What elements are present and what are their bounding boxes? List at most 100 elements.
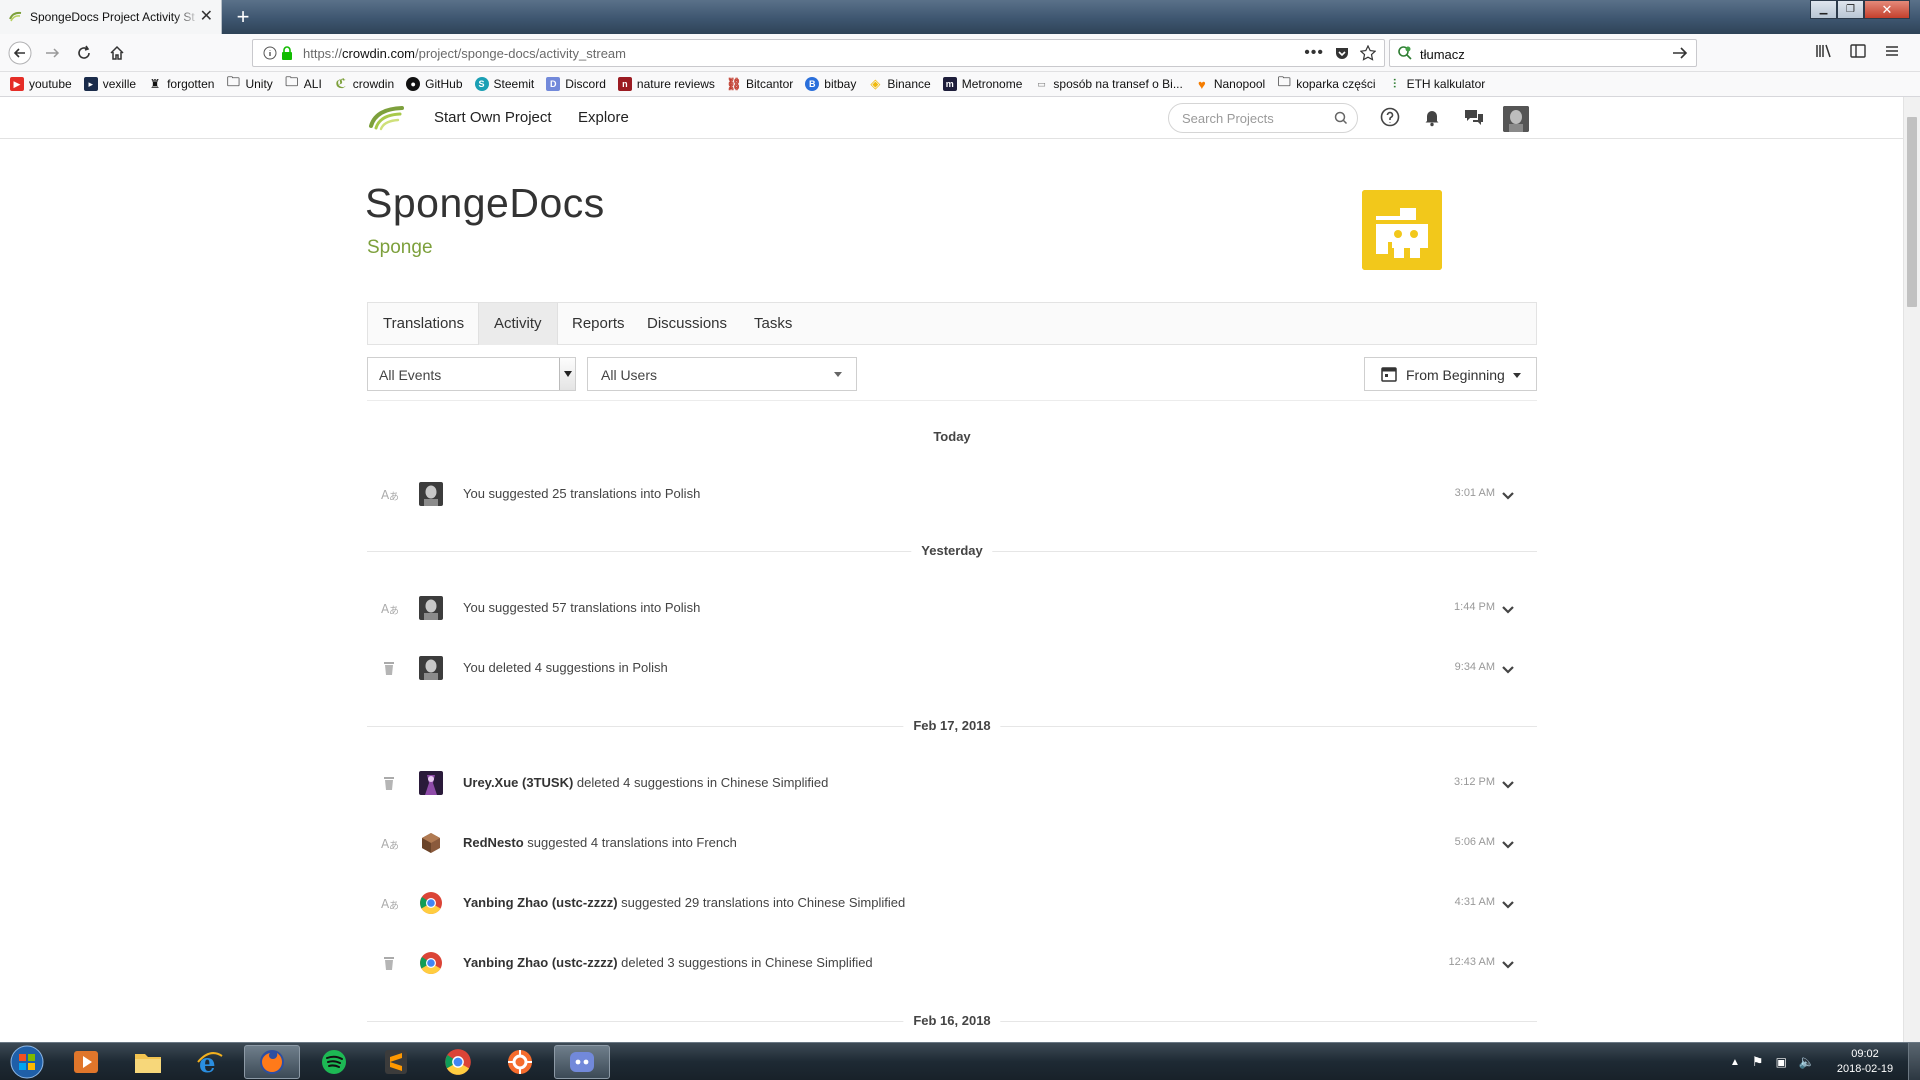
date-filter-button[interactable]: From Beginning [1364,357,1537,391]
bookmark-eth-kalkulator[interactable]: ⫶ ETH kalkulator [1388,77,1485,92]
bookmark-github[interactable]: ● GitHub [406,77,463,91]
taskbar-internet-explorer[interactable]: e [182,1045,238,1079]
pocket-icon[interactable] [1334,45,1350,61]
chevron-down-icon[interactable] [1501,777,1515,795]
events-filter-select[interactable]: All Events [367,357,576,391]
avatar-self[interactable] [419,482,443,506]
project-organization-link[interactable]: Sponge [367,237,433,259]
chevron-down-icon[interactable] [559,358,575,390]
activity-row[interactable]: You deleted 4 suggestions in Polish 9:34… [367,648,1537,688]
bookmark-metronome[interactable]: m Metronome [942,77,1022,91]
taskbar-clock[interactable]: 09:02 2018-02-19 [1826,1047,1904,1077]
home-button[interactable] [103,39,131,67]
user-avatar[interactable] [1503,106,1529,132]
chevron-down-icon[interactable] [1501,897,1515,915]
tab-discussions[interactable]: Discussions [632,303,742,345]
taskbar-sublime-text[interactable] [368,1045,424,1079]
activity-row[interactable]: Urey.Xue (3TUSK) deleted 4 suggestions i… [367,763,1537,803]
info-icon[interactable] [263,46,277,60]
start-button[interactable] [6,1045,48,1079]
avatar-chrome[interactable] [419,951,443,975]
search-icon[interactable] [1334,111,1348,125]
bookmark-nature-reviews[interactable]: n nature reviews [617,77,715,91]
back-button[interactable] [6,39,34,67]
bookmark-discord[interactable]: D Discord [546,77,606,91]
bookmark-vexille[interactable]: ▸ vexille [83,77,136,91]
activity-row[interactable]: Aあ Yanbing Zhao (ustc-zzzz) suggested 29… [367,883,1537,923]
avatar-urey[interactable] [419,771,443,795]
activity-user[interactable]: Urey.Xue (3TUSK) [463,775,573,790]
bookmark-bitcantor[interactable]: ⛓ Bitcantor [726,77,793,91]
notifications-bell-icon[interactable] [1422,107,1442,127]
bookmark-folder-ali[interactable]: 🗀 ALI [285,74,322,91]
users-filter-select[interactable]: All Users [587,357,857,391]
url-bar[interactable]: https://crowdin.com/project/sponge-docs/… [252,39,1385,67]
bookmark-youtube[interactable]: ▶ youtube [10,77,72,91]
taskbar-origin[interactable] [492,1045,548,1079]
reload-button[interactable] [70,39,98,67]
bookmark-binance[interactable]: ◈ Binance [868,76,930,91]
help-icon[interactable] [1380,107,1400,127]
bookmark-bitbay[interactable]: Bbitbay [805,77,856,91]
bookmark-folder-unity[interactable]: 🗀 Unity [226,74,273,91]
forward-button[interactable] [38,39,66,67]
search-projects-input[interactable]: Search Projects [1168,103,1358,133]
new-tab-button[interactable]: + [230,3,256,31]
volume-icon[interactable]: 🔈 [1799,1054,1815,1070]
taskbar-spotify[interactable] [306,1045,362,1079]
action-center-flag-icon[interactable]: ⚑ [1752,1054,1764,1070]
bookmark-steemit[interactable]: S Steemit [474,77,534,91]
tab-activity[interactable]: Activity [478,303,558,345]
chevron-down-icon[interactable] [1501,957,1515,975]
nav-explore[interactable]: Explore [578,109,629,126]
nav-start-own-project[interactable]: Start Own Project [434,109,552,126]
chevron-down-icon[interactable] [1501,602,1515,620]
activity-row[interactable]: Aあ You suggested 25 translations into Po… [367,474,1537,514]
chevron-down-icon[interactable] [1501,662,1515,680]
browser-tab-active[interactable]: SpongeDocs Project Activity St ✕ [0,0,222,34]
restore-button[interactable]: ❐ [1837,0,1864,19]
bookmark-sposob[interactable]: ▭ sposób na transef o Bi... [1034,77,1183,91]
network-icon[interactable]: ▣ [1776,1055,1787,1069]
browser-search-bar[interactable]: tłumacz [1389,39,1697,67]
tab-translations[interactable]: Translations [368,303,479,345]
tab-tasks[interactable]: Tasks [739,303,807,345]
taskbar-firefox[interactable] [244,1045,300,1079]
avatar-self[interactable] [419,596,443,620]
messages-icon[interactable] [1463,107,1485,127]
hamburger-menu-icon[interactable] [1883,42,1901,60]
activity-user[interactable]: Yanbing Zhao (ustc-zzzz) [463,895,618,910]
taskbar-discord[interactable] [554,1045,610,1079]
avatar-chrome[interactable] [419,891,443,915]
chevron-down-icon[interactable] [1501,488,1515,506]
activity-row[interactable]: Aあ You suggested 57 translations into Po… [367,588,1537,628]
taskbar-chrome[interactable] [430,1045,486,1079]
activity-row[interactable]: Aあ RedNesto suggested 4 translations int… [367,823,1537,863]
bookmark-nanopool[interactable]: ♥ Nanopool [1195,77,1265,92]
tray-expand-icon[interactable]: ▲ [1730,1057,1740,1068]
bookmark-folder-koparka[interactable]: 🗀 koparka części [1277,74,1376,91]
bookmark-forgotten[interactable]: ♜ forgotten [148,77,215,91]
activity-row[interactable]: Yanbing Zhao (ustc-zzzz) deleted 3 sugge… [367,943,1537,983]
activity-user[interactable]: RedNesto [463,835,524,850]
avatar-rednesto[interactable] [419,831,443,855]
tab-reports[interactable]: Reports [557,303,640,345]
minimize-button[interactable]: ▁ [1810,0,1837,19]
taskbar-explorer[interactable] [120,1045,176,1079]
sidebar-toggle-icon[interactable] [1849,42,1867,60]
bookmark-star-icon[interactable] [1360,45,1376,61]
tab-close-icon[interactable]: ✕ [200,8,213,26]
page-actions-icon[interactable]: ••• [1304,44,1324,62]
show-desktop-button[interactable] [1908,1043,1920,1080]
taskbar-media-player[interactable] [58,1045,114,1079]
scrollbar-thumb[interactable] [1907,117,1917,307]
activity-user[interactable]: Yanbing Zhao (ustc-zzzz) [463,955,618,970]
chevron-down-icon[interactable] [1501,837,1515,855]
search-go-arrow-icon[interactable] [1670,43,1690,63]
crowdin-logo-icon[interactable] [368,104,406,132]
library-icon[interactable] [1815,42,1833,60]
close-window-button[interactable]: ✕ [1864,0,1910,19]
page-scrollbar[interactable] [1903,97,1920,1042]
avatar-self[interactable] [419,656,443,680]
bookmark-crowdin[interactable]: ℭcrowdin [334,76,394,91]
